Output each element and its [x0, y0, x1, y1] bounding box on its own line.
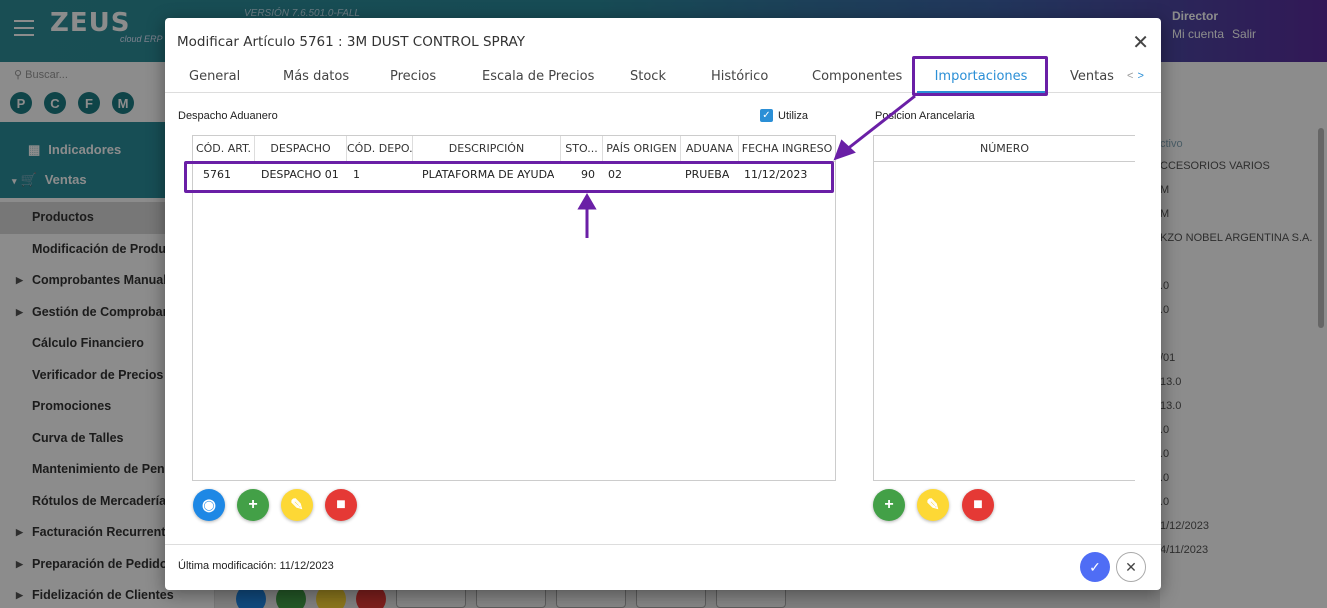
tab-componentes[interactable]: Componentes — [812, 60, 902, 93]
trash-icon: ■ — [336, 496, 346, 513]
tab-ventas[interactable]: Ventas — [1070, 60, 1114, 93]
edit-tariff-button[interactable]: ✎ — [917, 489, 949, 521]
check-icon: ✓ — [1089, 558, 1101, 575]
tab-precios[interactable]: Precios — [390, 60, 436, 93]
confirm-button[interactable]: ✓ — [1080, 552, 1110, 582]
pencil-icon: ✎ — [926, 497, 940, 514]
delete-button[interactable]: ■ — [325, 489, 357, 521]
plus-icon: + — [248, 496, 258, 513]
column-header[interactable]: PAÍS ORIGEN — [603, 136, 681, 162]
column-header[interactable]: STO... — [561, 136, 603, 162]
annotation-highlight-row — [184, 161, 834, 193]
footer-divider — [165, 544, 1161, 545]
annotation-highlight-tab — [912, 56, 1048, 96]
uses-label: Utiliza — [778, 110, 808, 122]
modify-article-dialog: Modificar Artículo 5761 : 3M DUST CONTRO… — [165, 18, 1161, 590]
cancel-button[interactable]: ✕ — [1116, 552, 1146, 582]
chevron-right-icon[interactable]: > — [1137, 70, 1143, 82]
customs-dispatch-label: Despacho Aduanero — [178, 110, 278, 122]
tab-stock[interactable]: Stock — [630, 60, 666, 93]
tab-escala-precios[interactable]: Escala de Precios — [482, 60, 594, 93]
column-header[interactable]: FECHA INGRESO — [739, 136, 835, 162]
tab-scroller: < > — [1127, 70, 1148, 82]
tab-general[interactable]: General — [189, 60, 240, 93]
plus-icon: + — [884, 496, 894, 513]
trash-icon: ■ — [973, 496, 983, 513]
column-header[interactable]: DESCRIPCIÓN — [413, 136, 561, 162]
eye-icon: ◉ — [202, 497, 216, 514]
add-button[interactable]: + — [237, 489, 269, 521]
view-button[interactable]: ◉ — [193, 489, 225, 521]
last-modified-label: Última modificación: 11/12/2023 — [178, 560, 334, 572]
column-header[interactable]: NÚMERO — [874, 136, 1135, 162]
add-tariff-button[interactable]: + — [873, 489, 905, 521]
tariff-position-label: Posicion Arancelaria — [875, 110, 975, 122]
close-icon[interactable]: ✕ — [1132, 30, 1149, 55]
chevron-left-icon[interactable]: < — [1127, 70, 1133, 82]
column-header[interactable]: CÓD. ART. — [193, 136, 255, 162]
column-header[interactable]: ADUANA — [681, 136, 739, 162]
table-header: CÓD. ART. DESPACHO CÓD. DEPO. DESCRIPCIÓ… — [193, 136, 835, 162]
column-header[interactable]: DESPACHO — [255, 136, 347, 162]
tab-mas-datos[interactable]: Más datos — [283, 60, 349, 93]
column-header[interactable]: CÓD. DEPO. — [347, 136, 413, 162]
uses-checkbox[interactable]: ✓ — [760, 109, 773, 122]
pencil-icon: ✎ — [290, 497, 304, 514]
tariff-table: NÚMERO — [873, 135, 1135, 481]
close-icon: ✕ — [1125, 558, 1137, 575]
edit-button[interactable]: ✎ — [281, 489, 313, 521]
tab-historico[interactable]: Histórico — [711, 60, 768, 93]
dialog-title: Modificar Artículo 5761 : 3M DUST CONTRO… — [177, 34, 525, 50]
delete-tariff-button[interactable]: ■ — [962, 489, 994, 521]
